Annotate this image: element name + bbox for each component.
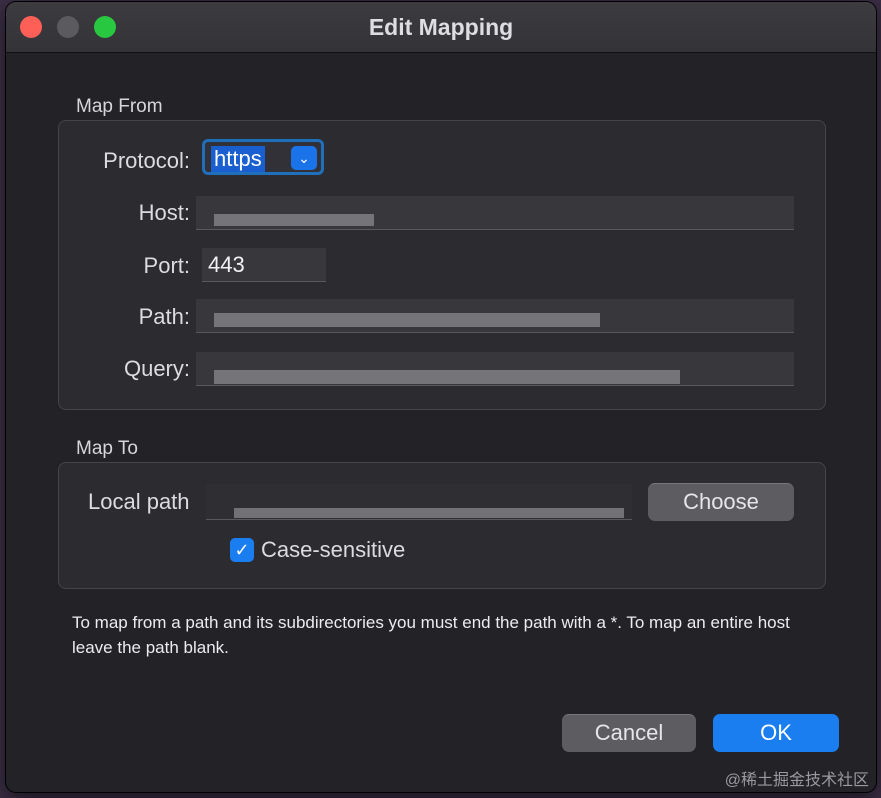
local-path-value-redacted xyxy=(234,508,624,518)
chevron-down-icon: ⌄ xyxy=(291,146,317,170)
cancel-button[interactable]: Cancel xyxy=(562,714,696,752)
protocol-select[interactable]: https ⌄ xyxy=(202,139,324,175)
protocol-label: Protocol: xyxy=(103,148,190,173)
path-input[interactable] xyxy=(196,299,794,333)
choose-button[interactable]: Choose xyxy=(648,483,794,521)
map-from-label: Map From xyxy=(76,96,163,117)
case-sensitive-label: Case-sensitive xyxy=(261,537,406,562)
local-path-label: Local path xyxy=(88,489,190,514)
help-text: To map from a path and its subdirectorie… xyxy=(72,613,790,657)
host-input[interactable] xyxy=(196,196,794,230)
title-bar: Edit Mapping xyxy=(6,2,876,53)
map-to-group xyxy=(58,462,826,589)
query-label: Query: xyxy=(123,356,190,381)
watermark-text: @稀土掘金技术社区 xyxy=(724,772,869,789)
ok-button[interactable]: OK xyxy=(713,714,839,752)
checkmark-icon: ✓ xyxy=(234,540,250,560)
query-input[interactable] xyxy=(196,352,794,386)
port-input[interactable]: 443 xyxy=(202,248,326,282)
host-label: Host: xyxy=(138,200,190,225)
window-title: Edit Mapping xyxy=(368,14,514,40)
protocol-value: https xyxy=(211,146,265,172)
port-label: Port: xyxy=(143,253,190,278)
path-label: Path: xyxy=(138,304,190,329)
edit-mapping-dialog: Edit Mapping Map From Protocol: https ⌄ … xyxy=(6,2,876,792)
map-to-label: Map To xyxy=(76,438,138,459)
host-value-redacted xyxy=(214,214,374,226)
path-value-redacted xyxy=(214,313,600,327)
local-path-input[interactable] xyxy=(206,484,632,520)
port-value: 443 xyxy=(208,252,245,277)
query-value-redacted xyxy=(214,370,680,384)
case-sensitive-checkbox[interactable]: ✓ xyxy=(230,538,254,562)
